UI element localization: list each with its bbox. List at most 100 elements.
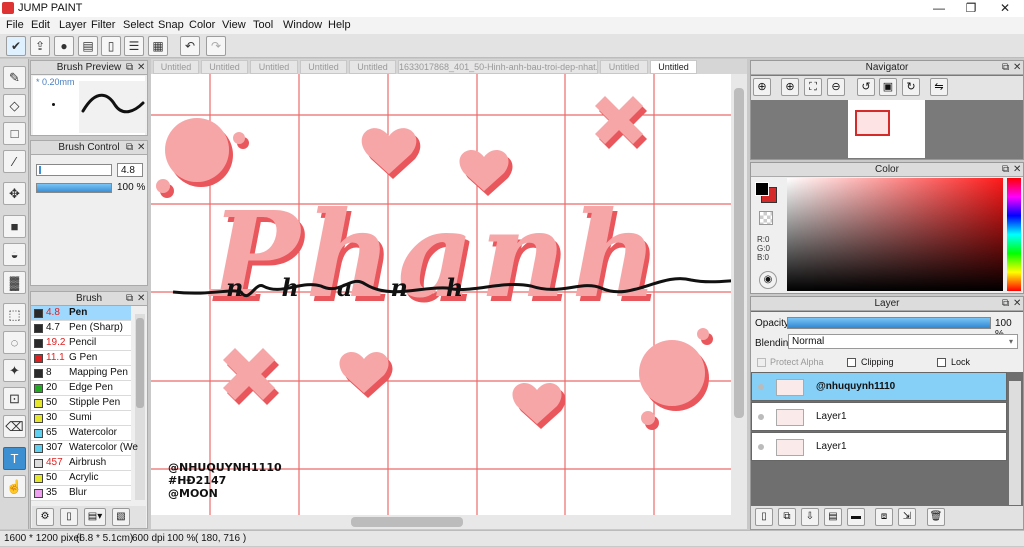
brush-item[interactable]: 19.2 Pencil [31,336,131,351]
text-tool-icon[interactable]: T [3,447,26,470]
brush-item[interactable]: 50 Stipple Pen [31,396,131,411]
clipping-checkbox[interactable] [847,358,856,367]
brush-item[interactable]: 11.1 G Pen [31,351,131,366]
color-saturation-picker[interactable] [787,178,1003,291]
close-icon[interactable]: ✕ [1013,297,1023,311]
drawing-canvas[interactable]: Phanh nhanh @NHUQUYNH1110 #HĐ2147 @MOON [151,74,747,515]
vertical-scrollbar[interactable] [731,74,747,515]
grid-check-icon[interactable]: ▦ [148,36,168,56]
navigator-viewport[interactable] [855,110,890,136]
rotate-right-icon[interactable]: ↻ [902,78,920,96]
transform-tool-icon[interactable]: ⊡ [3,387,26,410]
lasso-tool-icon[interactable]: ◌ [3,331,26,354]
brush-size-input[interactable]: 4.8 [117,163,143,177]
pen-tool-icon[interactable]: ✎ [3,66,26,89]
menu-tool[interactable]: Tool [253,19,273,31]
export-icon[interactable]: ⇪ [30,36,50,56]
tab-untitled-6[interactable]: Untitled [600,60,648,74]
actual-size-icon[interactable]: ▣ [879,78,897,96]
scroll-thumb[interactable] [351,517,463,527]
menu-layer[interactable]: Layer [59,19,87,31]
brush-menu-icon[interactable]: ▤▾ [84,508,106,526]
menu-file[interactable]: File [6,19,24,31]
move-tool-icon[interactable]: ✥ [3,182,26,205]
hue-slider[interactable] [1007,178,1021,291]
folder-icon[interactable]: ▬ [847,508,865,526]
float-icon[interactable]: ⧉ [1002,297,1012,311]
lock-checkbox[interactable] [937,358,946,367]
brush-settings-icon[interactable]: ⚙ [36,508,54,526]
menu-help[interactable]: Help [328,19,351,31]
undo-icon[interactable]: ↶ [180,36,200,56]
brush-item[interactable]: 457 Airbrush [31,456,131,471]
tab-untitled-5[interactable]: Untitled [349,60,396,74]
close-icon[interactable]: ✕ [137,292,147,306]
tab-untitled-1[interactable]: Untitled [153,60,199,74]
navigator-thumbnail[interactable] [848,100,925,158]
protect-alpha-checkbox[interactable] [757,358,766,367]
brush-item[interactable]: 8 Mapping Pen [31,366,131,381]
float-icon[interactable]: ⧉ [126,61,136,75]
brush-list-scrollbar[interactable] [135,314,145,500]
close-icon[interactable]: ✕ [1013,163,1023,177]
layer-row[interactable]: @nhuquynh1110 [751,372,1007,401]
comment-icon[interactable]: ● [54,36,74,56]
menu-filter[interactable]: Filter [91,19,115,31]
page-icon[interactable]: ▯ [101,36,121,56]
brush-item[interactable]: 20 Edge Pen [31,381,131,396]
brush-item[interactable]: 35 Blur [31,486,131,501]
zoom-out-icon[interactable]: ⊖ [827,78,845,96]
zoom-fit-icon[interactable]: ⊕ [753,78,771,96]
brush-item[interactable]: 307 Watercolor (We [31,441,138,456]
menu-window[interactable]: Window [283,19,322,31]
tab-untitled-2[interactable]: Untitled [201,60,248,74]
close-button[interactable]: ✕ [988,0,1022,17]
message-icon[interactable]: ▤ [78,36,98,56]
close-icon[interactable]: ✕ [137,61,147,75]
brush-item[interactable]: 4.7 Pen (Sharp) [31,321,131,336]
check-icon[interactable]: ✔ [6,36,26,56]
layer-row[interactable]: Layer1 [751,402,1007,431]
tab-untitled-3[interactable]: Untitled [250,60,298,74]
foreground-color-swatch[interactable] [755,182,769,196]
float-icon[interactable]: ⧉ [1002,163,1012,177]
fit-screen-icon[interactable]: ⛶ [804,78,822,96]
layer-opacity-slider[interactable] [787,317,991,329]
rect-select-tool-icon[interactable]: □ [3,122,26,145]
tab-untitled-4[interactable]: Untitled [300,60,347,74]
hand-tool-icon[interactable]: ☝ [3,475,26,498]
menu-snap[interactable]: Snap [158,19,184,31]
redo-icon[interactable]: ↷ [206,36,226,56]
float-icon[interactable]: ⧉ [126,292,136,306]
eraser-select-tool-icon[interactable]: ⌫ [3,415,26,438]
scroll-thumb[interactable] [734,88,744,418]
trash-icon[interactable]: 🗑 [927,508,945,526]
line-tool-icon[interactable]: ⁄ [3,150,26,173]
fill-rect-tool-icon[interactable]: ■ [3,215,26,238]
palette-icon[interactable]: ◉ [759,271,777,289]
brush-item[interactable]: 4.8 Pen [31,306,131,321]
magic-wand-tool-icon[interactable]: ✦ [3,359,26,382]
brush-item[interactable]: 50 Acrylic [31,471,131,486]
layer-list-scrollbar[interactable] [1009,381,1021,505]
new-brush-icon[interactable]: ▯ [60,508,78,526]
brush-size-slider[interactable] [36,164,112,176]
visibility-icon[interactable] [758,384,764,390]
layer-row[interactable]: Layer1 [751,432,1007,461]
layer-menu-icon[interactable]: ⇲ [898,508,916,526]
menu-view[interactable]: View [222,19,246,31]
float-icon[interactable]: ⧉ [1002,61,1012,75]
new-layer-icon[interactable]: ▯ [755,508,773,526]
tab-image-file[interactable]: 1633017868_401_50-Hinh-anh-bau-troi-dep-… [398,60,598,74]
brush-opacity-slider[interactable] [36,183,112,193]
zoom-in-icon[interactable]: ⊕ [781,78,799,96]
maximize-button[interactable]: ❐ [954,0,988,17]
brush-item[interactable]: 30 Sumi [31,411,131,426]
minimize-button[interactable]: — [922,0,956,17]
marquee-tool-icon[interactable]: ⬚ [3,303,26,326]
copy-layer-icon[interactable]: ⧉ [778,508,796,526]
visibility-icon[interactable] [758,444,764,450]
close-icon[interactable]: ✕ [1013,61,1023,75]
flip-icon[interactable]: ⇋ [930,78,948,96]
tab-untitled-active[interactable]: Untitled [650,60,697,74]
